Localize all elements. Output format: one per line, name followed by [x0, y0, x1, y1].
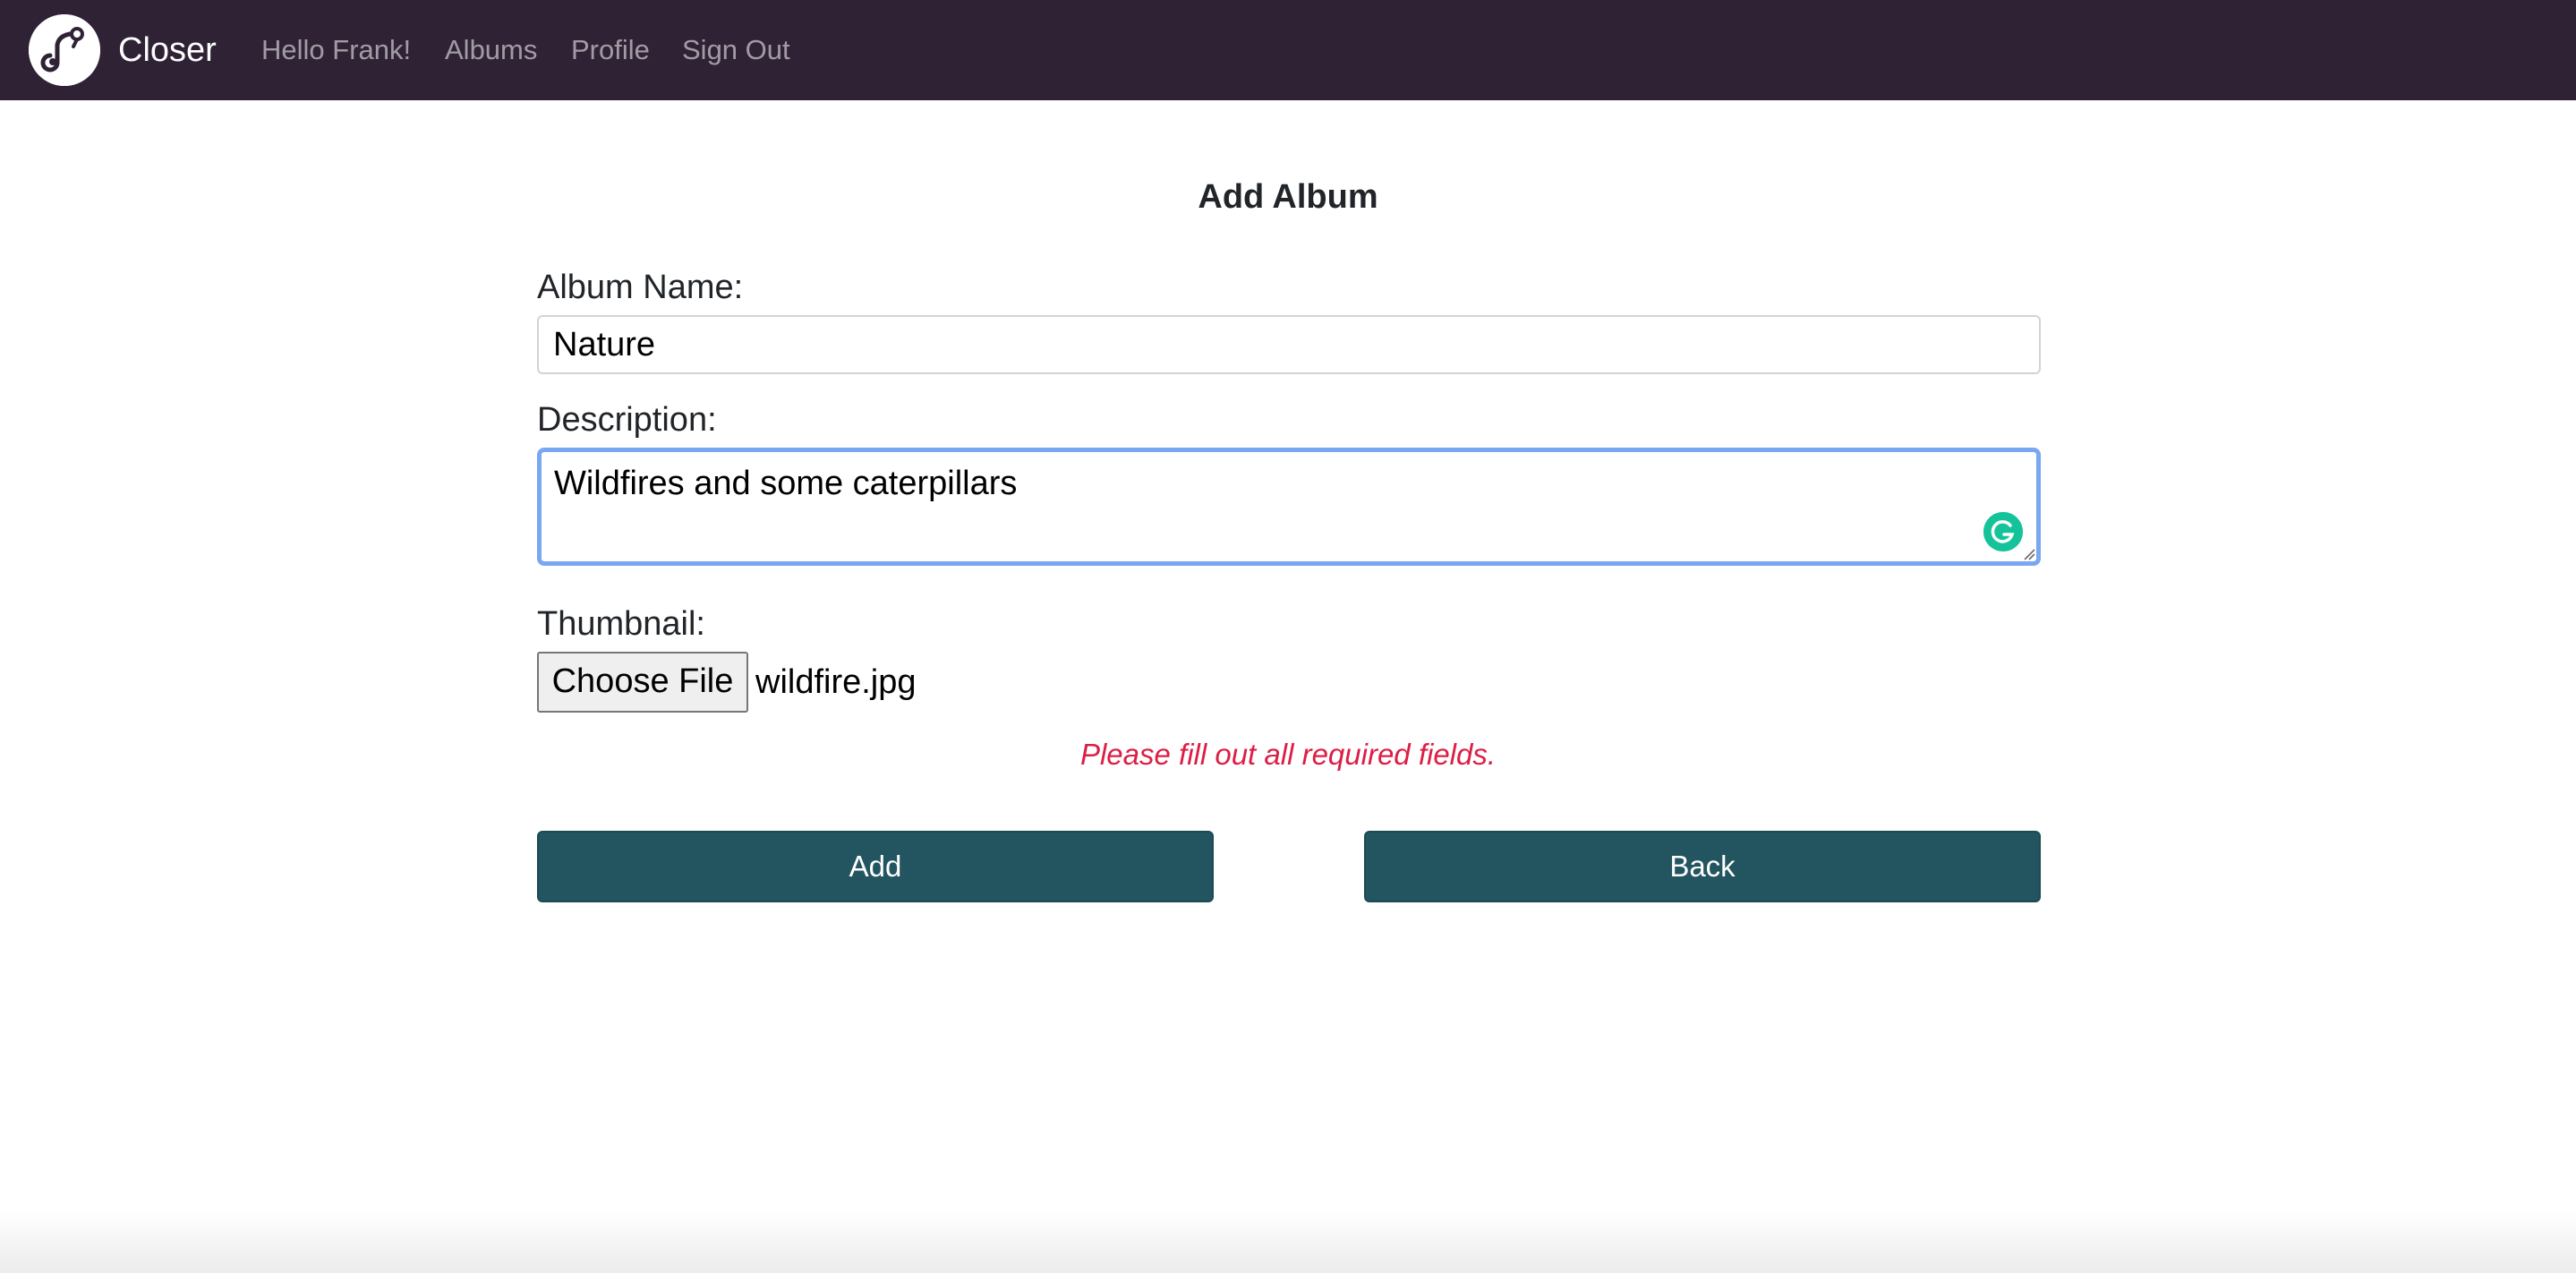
selected-file-name: wildfire.jpg [755, 663, 917, 701]
grammarly-icon[interactable] [1983, 512, 2023, 551]
navbar: Closer Hello Frank! Albums Profile Sign … [0, 0, 2576, 100]
nav-profile[interactable]: Profile [571, 32, 650, 68]
page-title: Add Album [1198, 178, 1378, 216]
add-button[interactable]: Add [537, 831, 1214, 902]
album-name-input[interactable] [537, 315, 2041, 374]
description-label: Description: [537, 401, 717, 439]
nav-sign-out[interactable]: Sign Out [682, 32, 790, 68]
nav-albums[interactable]: Albums [445, 32, 537, 68]
description-textarea[interactable]: Wildfires and some caterpillars [537, 448, 2041, 566]
nav-greeting[interactable]: Hello Frank! [261, 32, 411, 68]
error-message: Please fill out all required fields. [1079, 738, 1497, 771]
bottom-shadow [0, 1210, 2576, 1273]
choose-file-button[interactable]: Choose File [537, 652, 748, 713]
brand-name[interactable]: Closer [118, 27, 217, 73]
closer-logo-icon[interactable] [29, 14, 100, 86]
back-button[interactable]: Back [1364, 831, 2041, 902]
album-name-label: Album Name: [537, 269, 744, 306]
thumbnail-label: Thumbnail: [537, 605, 705, 643]
resize-handle-icon[interactable] [2023, 548, 2035, 560]
